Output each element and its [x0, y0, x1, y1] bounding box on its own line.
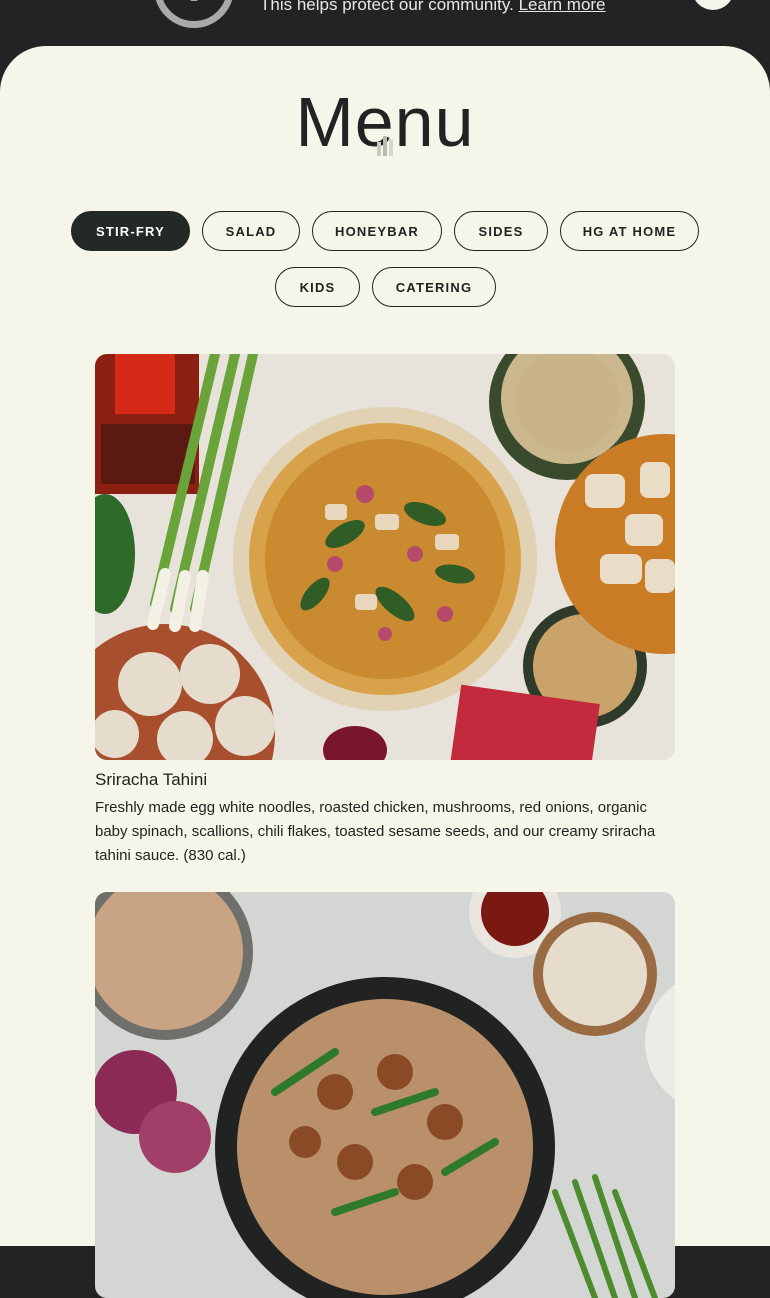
category-stir-fry[interactable]: STIR-FRY [71, 211, 190, 251]
info-icon [154, 0, 234, 28]
category-catering[interactable]: CATERING [372, 267, 496, 307]
learn-more-link[interactable]: Learn more [519, 0, 606, 14]
menu-item-description: Freshly made egg white noodles, roasted … [95, 799, 656, 864]
category-hg-at-home[interactable]: HG AT HOME [560, 211, 699, 251]
category-kids[interactable]: KIDS [275, 267, 360, 307]
category-salad[interactable]: SALAD [202, 211, 300, 251]
close-button[interactable] [692, 0, 734, 10]
menu-item-name[interactable]: Sriracha Tahini [95, 770, 207, 790]
menu-item-image[interactable] [95, 354, 675, 760]
loading-spinner-icon [377, 136, 393, 156]
menu-item-image[interactable] [95, 892, 675, 1298]
category-honeybar[interactable]: HONEYBAR [312, 211, 442, 251]
category-sides[interactable]: SIDES [454, 211, 548, 251]
menu-panel: Menu STIR-FRY SALAD HONEYBAR SIDES HG AT… [0, 46, 770, 1298]
banner-message: This helps protect our community. Learn … [260, 0, 606, 16]
banner-text: This helps protect our community. [260, 0, 514, 14]
